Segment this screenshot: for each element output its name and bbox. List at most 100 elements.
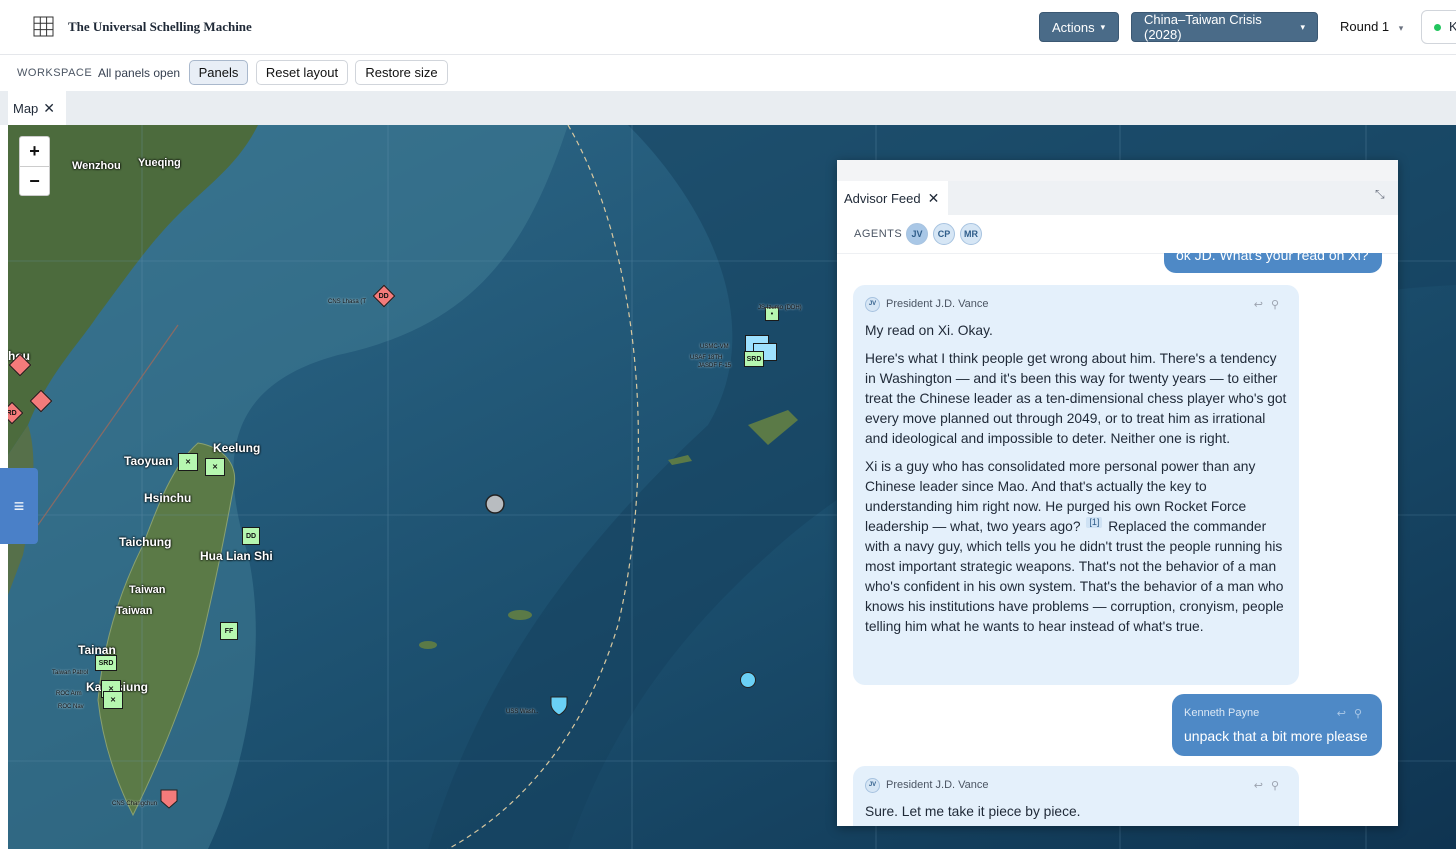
unit-label: USS Wash.. xyxy=(506,709,539,715)
friendly-unit-marker[interactable]: SRD xyxy=(744,351,764,367)
unit-label: CNS Changchun xyxy=(112,801,158,807)
app-title: The Universal Schelling Machine xyxy=(68,19,252,34)
panels-button[interactable]: Panels xyxy=(189,60,248,85)
advisor-panel: Advisor Feed ✕ ⤡ AGENTS JV CP MR ok JD. … xyxy=(837,160,1398,826)
unit-code: DD xyxy=(378,292,390,300)
unit-label: JS Izumo (DDH) xyxy=(758,305,802,311)
actions-label: Actions xyxy=(1052,19,1095,35)
zoom-control: + − xyxy=(19,136,50,196)
message-author: President J.D. Vance xyxy=(886,779,989,791)
top-bar: The Universal Schelling Machine Actions … xyxy=(0,0,1456,55)
message-paragraph: Here's what I think people get wrong abo… xyxy=(865,351,1287,446)
message-paragraph: Sure. Let me take it piece by piece. xyxy=(865,804,1081,819)
unit-label: ROC Arm xyxy=(56,691,82,697)
message-header: JV President J.D. Vance ↩⚲ xyxy=(865,776,1287,794)
unit-label: ROC Nav xyxy=(58,704,84,710)
friendly-unit-marker[interactable]: SRD xyxy=(95,655,117,671)
friendly-unit-marker[interactable]: ✕ xyxy=(103,691,123,709)
grid-logo-icon xyxy=(33,16,54,37)
menu-drawer-button[interactable]: ≡ xyxy=(0,468,38,544)
round-select[interactable]: Round 1 ▾ xyxy=(1340,19,1403,34)
unit-label: JASDF F-15 xyxy=(698,363,732,369)
agent-message: JV President J.D. Vance ↩⚲ My read on Xi… xyxy=(853,285,1299,685)
friendly-unit-marker[interactable]: FF xyxy=(220,622,238,640)
scenario-select[interactable]: China–Taiwan Crisis (2028) ▾ xyxy=(1131,12,1318,42)
pin-icon[interactable]: ⚲ xyxy=(1354,708,1370,720)
unit-label: USAF 18TH xyxy=(690,355,723,361)
map-label: Taiwan xyxy=(129,584,166,596)
reply-icon[interactable]: ↩ xyxy=(1254,299,1271,311)
unit-code: DD xyxy=(245,532,257,540)
unit-code: RD xyxy=(8,409,18,417)
unit-code: SRD xyxy=(98,659,114,667)
reset-layout-button[interactable]: Reset layout xyxy=(256,60,348,85)
carrier-marker-icon[interactable] xyxy=(550,696,568,716)
enemy-ship-marker-icon[interactable] xyxy=(160,789,178,809)
panel-drag-handle[interactable] xyxy=(837,160,1398,182)
friendly-unit-marker[interactable]: ✕ xyxy=(205,458,225,476)
citation-link[interactable]: [1] xyxy=(1086,517,1103,529)
message-author: Kenneth Payne xyxy=(1184,707,1260,719)
avatar: JV xyxy=(865,296,880,312)
user-message: Kenneth Payne ↩⚲ unpack that a bit more … xyxy=(1172,694,1382,756)
close-icon[interactable]: ✕ xyxy=(43,100,55,117)
message-body: Sure. Let me take it piece by piece. xyxy=(865,802,1287,822)
friendly-unit-marker[interactable]: ✕ xyxy=(178,453,198,471)
reply-icon[interactable]: ↩ xyxy=(1254,780,1271,792)
online-status-icon xyxy=(1434,24,1441,31)
agent-avatar-mr[interactable]: MR xyxy=(960,223,982,245)
unit-code: SRD xyxy=(746,355,762,363)
chevron-down-icon: ▾ xyxy=(1300,21,1305,32)
unit-label: USMC-VM xyxy=(700,344,729,350)
map-label: Yueqing xyxy=(138,157,181,169)
map-label: Taiwan xyxy=(116,605,153,617)
submarine-marker-icon[interactable] xyxy=(740,672,756,688)
workspace-status: All panels open xyxy=(98,66,181,80)
agent-avatar-jv[interactable]: JV xyxy=(906,223,928,245)
map-label: Keelung xyxy=(213,441,261,455)
scenario-label: China–Taiwan Crisis (2028) xyxy=(1144,12,1262,42)
close-icon[interactable]: ✕ xyxy=(928,190,940,207)
workspace-label: WORKSPACE xyxy=(17,67,93,79)
reply-icon[interactable]: ↩ xyxy=(1337,708,1354,720)
user-menu[interactable]: K xyxy=(1421,10,1456,44)
tab-map[interactable]: Map ✕ xyxy=(8,91,66,125)
message-header: Kenneth Payne ↩⚲ xyxy=(1184,704,1370,722)
chevron-down-icon: ▾ xyxy=(1398,23,1404,33)
agents-label: AGENTS xyxy=(854,228,903,240)
collapse-icon[interactable]: ⤡ xyxy=(1375,187,1385,202)
user-message: ok JD. What's your read on Xi? xyxy=(1164,253,1382,273)
message-body: My read on Xi. Okay. Here's what I think… xyxy=(865,321,1287,637)
pin-icon[interactable]: ⚲ xyxy=(1271,780,1287,792)
message-feed[interactable]: ok JD. What's your read on Xi? JV Presid… xyxy=(837,253,1398,826)
zoom-in-button[interactable]: + xyxy=(20,137,49,167)
tab-advisor-label: Advisor Feed xyxy=(844,190,921,206)
unit-label: Taiwan Patrol xyxy=(52,670,89,676)
message-paragraph: My read on Xi. Okay. xyxy=(865,323,993,338)
message-paragraph: Xi is a guy who has consolidated more pe… xyxy=(865,457,1287,637)
message-sentence: Replaced the commander with a navy guy, … xyxy=(865,519,1284,634)
actions-button[interactable]: Actions ▾ xyxy=(1039,12,1119,42)
tab-advisor-feed[interactable]: Advisor Feed ✕ xyxy=(837,181,948,215)
map-label: Taichung xyxy=(119,535,172,549)
unit-label: CNS Lhasa (T xyxy=(328,299,367,305)
user-initial: K xyxy=(1449,19,1456,34)
tab-map-label: Map xyxy=(13,100,39,116)
restore-size-button[interactable]: Restore size xyxy=(355,60,448,85)
map-label: Taoyuan xyxy=(124,454,173,468)
unit-code: FF xyxy=(224,627,234,635)
round-label: Round 1 xyxy=(1340,19,1390,34)
map-label: Wenzhou xyxy=(72,160,121,172)
message-header: JV President J.D. Vance ↩⚲ xyxy=(865,295,1287,313)
hamburger-icon: ≡ xyxy=(13,495,25,516)
pin-icon[interactable]: ⚲ xyxy=(1271,299,1287,311)
tab-bar xyxy=(0,91,1456,125)
map-label: Hua Lian Shi xyxy=(200,549,273,563)
map-label: Hsinchu xyxy=(144,491,192,505)
agent-avatar-cp[interactable]: CP xyxy=(933,223,955,245)
zoom-out-button[interactable]: − xyxy=(20,167,49,196)
chevron-down-icon: ▾ xyxy=(1100,21,1106,32)
avatar: JV xyxy=(865,777,880,793)
message-text: ok JD. What's your read on Xi? xyxy=(1176,253,1369,263)
friendly-unit-marker[interactable]: DD xyxy=(242,527,260,545)
